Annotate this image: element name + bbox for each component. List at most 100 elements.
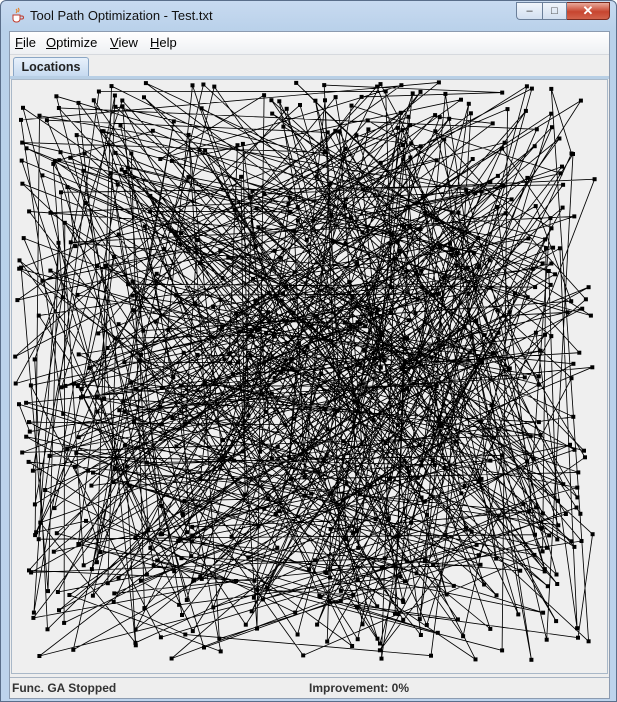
location-node xyxy=(433,129,438,134)
location-node xyxy=(252,578,257,583)
location-node xyxy=(325,427,330,432)
location-node xyxy=(379,656,384,661)
location-node xyxy=(473,657,478,662)
location-node xyxy=(113,104,118,109)
location-node xyxy=(405,466,410,470)
location-node xyxy=(269,98,274,103)
location-node xyxy=(251,595,256,600)
location-node xyxy=(549,111,554,116)
menu-file[interactable]: File xyxy=(15,35,36,50)
location-node xyxy=(160,532,165,537)
location-node xyxy=(62,220,67,225)
location-node xyxy=(354,529,359,534)
minimize-button[interactable]: – xyxy=(516,2,542,20)
location-node xyxy=(286,201,291,206)
location-node xyxy=(277,99,282,104)
location-node xyxy=(21,105,25,110)
location-node xyxy=(425,512,429,517)
location-node xyxy=(122,443,127,448)
location-node xyxy=(74,133,79,138)
location-node xyxy=(525,295,530,300)
menu-view[interactable]: View xyxy=(110,35,138,50)
location-node xyxy=(436,80,441,85)
location-node xyxy=(154,279,159,284)
location-node xyxy=(309,491,314,496)
location-node xyxy=(378,82,383,87)
locations-canvas[interactable] xyxy=(11,79,608,674)
location-node xyxy=(341,498,346,503)
location-node xyxy=(104,264,108,268)
menu-help[interactable]: Help xyxy=(150,35,177,50)
location-node xyxy=(198,574,203,579)
location-node xyxy=(373,517,378,521)
location-node xyxy=(32,357,37,362)
location-node xyxy=(448,241,452,246)
location-node xyxy=(30,468,35,473)
location-node xyxy=(313,558,317,563)
location-node xyxy=(402,359,407,364)
location-node xyxy=(365,118,370,123)
location-node xyxy=(150,128,155,133)
location-node xyxy=(195,352,200,357)
location-node xyxy=(528,434,533,439)
location-node xyxy=(142,606,147,611)
menu-optimize[interactable]: Optimize xyxy=(46,35,97,50)
location-node xyxy=(267,318,272,323)
location-node xyxy=(383,89,388,94)
location-node xyxy=(102,396,107,401)
location-node xyxy=(81,394,86,399)
maximize-button[interactable]: □ xyxy=(542,2,567,20)
location-node xyxy=(190,629,195,634)
location-node xyxy=(130,293,135,298)
location-node xyxy=(456,210,461,215)
location-node xyxy=(96,331,101,336)
location-node xyxy=(351,592,356,597)
location-node xyxy=(295,632,300,637)
location-node xyxy=(166,327,171,332)
location-node xyxy=(59,190,63,195)
location-node xyxy=(174,293,179,298)
location-node xyxy=(179,231,183,236)
location-node xyxy=(294,80,299,85)
location-node xyxy=(556,498,560,503)
location-node xyxy=(419,268,424,273)
location-node xyxy=(249,609,254,614)
location-node xyxy=(253,298,258,303)
location-node xyxy=(123,170,128,174)
location-node xyxy=(544,246,548,251)
location-node xyxy=(177,536,182,541)
location-node xyxy=(178,242,183,247)
location-node xyxy=(555,537,560,542)
location-node xyxy=(36,537,41,542)
location-node xyxy=(356,545,361,550)
location-node xyxy=(133,643,138,648)
location-node xyxy=(488,626,493,631)
location-node xyxy=(254,206,259,211)
location-node xyxy=(344,481,349,486)
location-node xyxy=(580,306,585,311)
location-node xyxy=(235,143,240,148)
close-button[interactable]: ✕ xyxy=(567,2,610,20)
location-node xyxy=(75,384,80,389)
title-bar[interactable]: Tool Path Optimization - Test.txt – □ ✕ xyxy=(1,1,616,30)
location-node xyxy=(470,157,475,161)
location-node xyxy=(105,581,110,586)
location-node xyxy=(192,578,196,583)
location-node xyxy=(542,569,547,574)
location-node xyxy=(506,367,511,372)
location-node xyxy=(367,311,372,316)
location-node xyxy=(20,450,25,455)
location-node xyxy=(582,448,586,453)
location-node xyxy=(82,151,87,156)
location-node xyxy=(459,97,463,102)
location-node xyxy=(533,204,538,209)
location-node xyxy=(419,495,424,500)
location-node xyxy=(355,401,360,405)
location-node xyxy=(291,311,296,315)
location-node xyxy=(351,530,356,535)
location-node xyxy=(153,319,158,324)
location-node xyxy=(56,106,61,110)
tab-locations[interactable]: Locations xyxy=(13,57,89,76)
location-node xyxy=(413,311,418,316)
location-node xyxy=(24,146,29,151)
